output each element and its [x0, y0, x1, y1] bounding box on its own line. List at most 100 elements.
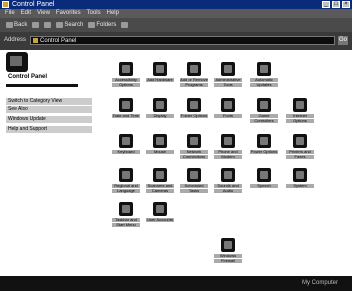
item-keyboard[interactable]: Keyboard: [112, 132, 140, 164]
address-value: Control Panel: [40, 38, 77, 44]
folders-icon: [88, 22, 96, 28]
taskbar-icon: [119, 202, 133, 216]
printer-icon: [293, 134, 307, 148]
close-button[interactable]: ×: [342, 1, 350, 8]
forward-arrow-icon: [32, 22, 40, 28]
forward-button[interactable]: [32, 22, 40, 28]
item-taskbar-start-menu[interactable]: Taskbar and Start Menu: [112, 200, 140, 232]
item-network-connections[interactable]: Network Connections: [180, 132, 208, 164]
folders-label: Folders: [96, 22, 117, 28]
switch-view-link[interactable]: Switch to Category View: [6, 98, 92, 105]
control-panel-icon: [2, 1, 9, 8]
window-controls: _ □ ×: [322, 1, 350, 8]
phone-icon: [221, 134, 235, 148]
programs-icon: [187, 62, 201, 76]
item-user-accounts[interactable]: User Accounts: [146, 200, 174, 232]
folders-button[interactable]: Folders: [88, 22, 116, 28]
item-administrative-tools[interactable]: Administrative Tools: [214, 60, 242, 92]
back-button[interactable]: Back: [6, 22, 27, 28]
item-system[interactable]: System: [286, 166, 314, 198]
windows-update-link[interactable]: Windows Update: [6, 116, 92, 123]
item-folder-options[interactable]: Folder Options: [180, 96, 208, 128]
keyboard-icon: [119, 134, 133, 148]
clock-icon: [119, 98, 133, 112]
status-location: My Computer: [301, 280, 338, 286]
item-game-controllers[interactable]: Game Controllers: [250, 96, 278, 128]
fonts-icon: [221, 98, 235, 112]
task-pane-title[interactable]: Control Panel: [8, 74, 47, 80]
item-accessibility[interactable]: Accessibility Options: [112, 60, 140, 92]
item-automatic-updates[interactable]: Automatic Updates: [250, 60, 278, 92]
admin-tools-icon: [221, 62, 235, 76]
globe-icon: [293, 98, 307, 112]
control-panel-window: Control Panel _ □ × File Edit View Favor…: [0, 0, 352, 291]
menu-file[interactable]: File: [5, 9, 15, 18]
see-also-heading: See Also: [6, 106, 92, 113]
address-label: Address: [4, 37, 27, 43]
camera-icon: [153, 168, 167, 182]
item-regional-language[interactable]: Regional and Language: [112, 166, 140, 198]
power-icon: [257, 134, 271, 148]
task-pane: Control Panel Switch to Category View Se…: [0, 50, 100, 276]
up-folder-icon: [44, 22, 52, 28]
menu-bar: File Edit View Favorites Tools Help: [0, 9, 352, 18]
address-bar: Address Control Panel Go: [0, 32, 352, 50]
toolbar: Back Search Folders: [0, 18, 352, 32]
control-panel-items: Accessibility Options Add Hardware Add or…: [100, 50, 352, 276]
firewall-icon: [221, 238, 235, 252]
menu-edit[interactable]: Edit: [21, 9, 31, 18]
system-icon: [293, 168, 307, 182]
menu-view[interactable]: View: [37, 9, 50, 18]
search-label: Search: [64, 22, 84, 28]
users-icon: [153, 202, 167, 216]
accessibility-icon: [119, 62, 133, 76]
control-panel-small-icon: [33, 38, 38, 43]
pane-divider: [6, 84, 78, 87]
speaker-icon: [221, 168, 235, 182]
address-input[interactable]: Control Panel: [30, 36, 335, 45]
updates-icon: [257, 62, 271, 76]
item-internet-options[interactable]: Internet Options: [286, 96, 314, 128]
hardware-icon: [153, 62, 167, 76]
item-speech[interactable]: Speech: [250, 166, 278, 198]
status-bar: My Computer: [0, 276, 352, 291]
maximize-button[interactable]: □: [332, 1, 340, 8]
mouse-icon: [153, 134, 167, 148]
search-icon: [56, 22, 64, 28]
menu-tools[interactable]: Tools: [87, 9, 101, 18]
item-date-time[interactable]: Date and Time: [112, 96, 140, 128]
back-arrow-icon: [6, 22, 13, 28]
item-power-options[interactable]: Power Options: [250, 132, 278, 164]
item-display[interactable]: Display: [146, 96, 174, 128]
folder-icon: [187, 98, 201, 112]
item-scanners-cameras[interactable]: Scanners and Cameras: [146, 166, 174, 198]
views-button[interactable]: [121, 22, 129, 28]
item-fonts[interactable]: Fonts: [214, 96, 242, 128]
help-support-link[interactable]: Help and Support: [6, 126, 92, 133]
up-button[interactable]: [44, 22, 52, 28]
go-button[interactable]: Go: [338, 36, 348, 45]
regional-icon: [119, 168, 133, 182]
item-sounds-audio[interactable]: Sounds and Audio: [214, 166, 242, 198]
item-phone-modem[interactable]: Phone and Modem: [214, 132, 242, 164]
window-title: Control Panel: [12, 1, 55, 8]
item-mouse[interactable]: Mouse: [146, 132, 174, 164]
menu-favorites[interactable]: Favorites: [56, 9, 81, 18]
item-windows-firewall[interactable]: Windows Firewall: [214, 236, 242, 268]
network-icon: [187, 134, 201, 148]
item-scheduled-tasks[interactable]: Scheduled Tasks: [180, 166, 208, 198]
item-add-hardware[interactable]: Add Hardware: [146, 60, 174, 92]
tasks-icon: [187, 168, 201, 182]
item-add-remove-programs[interactable]: Add or Remove Programs: [180, 60, 208, 92]
control-panel-large-icon: [6, 52, 28, 72]
title-bar: Control Panel _ □ ×: [0, 0, 352, 9]
minimize-button[interactable]: _: [322, 1, 330, 8]
speech-icon: [257, 168, 271, 182]
joystick-icon: [257, 98, 271, 112]
menu-help[interactable]: Help: [107, 9, 119, 18]
views-icon: [121, 22, 129, 28]
search-button[interactable]: Search: [56, 22, 83, 28]
item-printers-faxes[interactable]: Printers and Faxes: [286, 132, 314, 164]
display-icon: [153, 98, 167, 112]
back-label: Back: [14, 22, 28, 28]
